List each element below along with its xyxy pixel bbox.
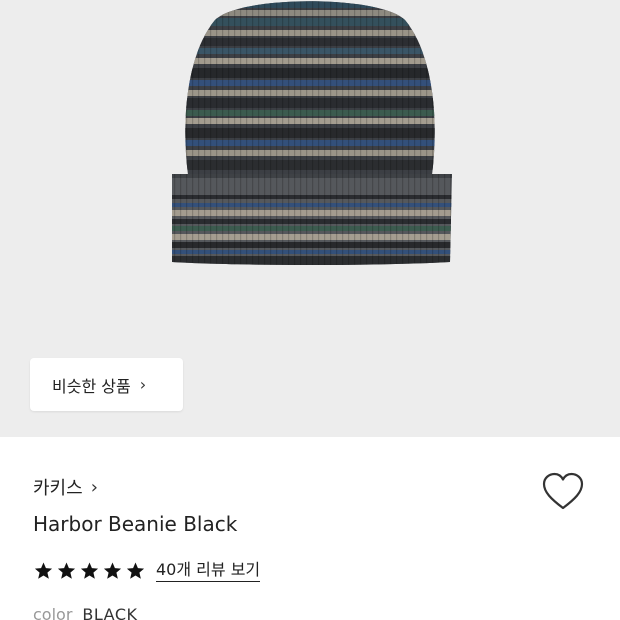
color-label: color [33, 605, 73, 620]
star-filled-icon [57, 562, 76, 579]
rating-stars [33, 561, 146, 581]
star-filled-icon [103, 562, 122, 579]
color-row: color BLACK [33, 605, 138, 620]
color-value: BLACK [82, 605, 138, 620]
brand-name: 카키스 [33, 478, 83, 499]
chevron-right-icon: › [139, 375, 147, 394]
star-filled-icon [80, 562, 99, 579]
product-image-area[interactable]: 비슷한 상품 › [0, 0, 620, 437]
similar-products-button[interactable]: 비슷한 상품 › [30, 358, 183, 411]
brand-link[interactable]: 카키스 › [33, 475, 98, 500]
product-title: Harbor Beanie Black [33, 512, 238, 536]
review-link[interactable]: 40개 리뷰 보기 [156, 560, 261, 582]
rating-row: 40개 리뷰 보기 [33, 558, 261, 584]
heart-outline-icon[interactable] [541, 471, 585, 511]
chevron-right-icon: › [90, 476, 98, 498]
star-filled-icon [34, 562, 53, 579]
star-filled-icon [126, 562, 145, 579]
similar-products-label: 비슷한 상품 [52, 376, 131, 396]
